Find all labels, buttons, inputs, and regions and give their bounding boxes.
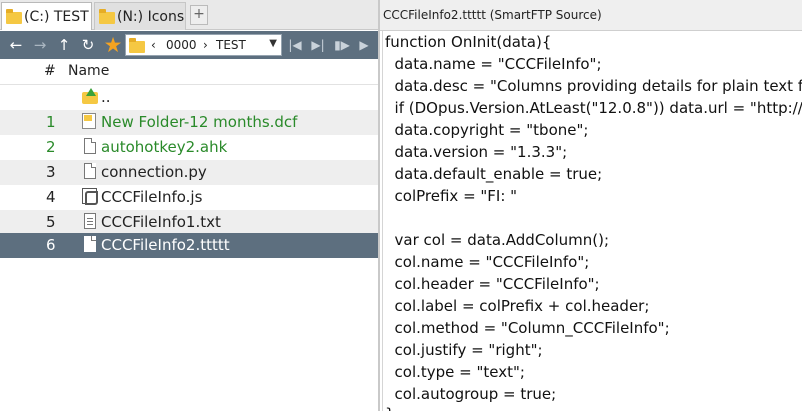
refresh-icon[interactable]: ↻ [78,34,98,56]
file-name: CCCFileInfo.js [101,188,203,206]
tab-label: (C:) TEST [24,8,89,25]
folder-icon [6,8,22,24]
row-number: 4 [46,188,56,206]
row-number: 6 [46,236,56,254]
column-header-number[interactable]: # [44,63,56,79]
code-line: } [385,405,395,411]
code-line: data.copyright = "tbone"; [385,121,589,139]
file-name: connection.py [101,163,207,181]
chevron-down-icon[interactable]: ▼ [269,38,277,49]
code-line: col.label = colPrefix + col.header; [385,297,650,315]
file-row[interactable]: 5 CCCFileInfo1.txt [0,210,378,235]
row-number: 5 [46,213,56,231]
first-item-icon[interactable]: |◀ [285,34,305,56]
document-icon [82,138,98,156]
code-line: col.name = "CCCFileInfo"; [385,253,590,271]
file-row[interactable]: 2 autohotkey2.ahk [0,135,378,160]
breadcrumb-path-field[interactable]: ‹ 0000 › TEST ▼ [125,34,282,56]
code-line: if (DOpus.Version.AtLeast("12.0.8")) dat… [385,99,802,117]
code-line: col.autogroup = true; [385,385,557,403]
up-arrow-icon[interactable]: ↑ [54,34,74,56]
play-icon[interactable]: ▶ [354,34,374,56]
code-line: col.type = "text"; [385,363,525,381]
code-line: data.name = "CCCFileInfo"; [385,55,602,73]
folder-icon [129,38,145,53]
dcf-file-icon [82,113,98,131]
code-line: col.justify = "right"; [385,341,543,359]
code-line: var col = data.AddColumn(); [385,231,610,249]
code-line: colPrefix = "FI: " [385,187,518,205]
document-icon [82,163,98,181]
forward-arrow-icon[interactable]: → [30,34,50,56]
code-line: data.version = "1.3.3"; [385,143,568,161]
new-tab-button[interactable]: + [190,5,208,25]
file-name: CCCFileInfo2.ttttt [101,236,230,254]
file-row[interactable]: 1 New Folder-12 months.dcf [0,110,378,135]
code-line: function OnInit(data){ [385,33,552,51]
breadcrumb-segment-test[interactable]: TEST [216,38,246,52]
breadcrumb-segment-0000[interactable]: 0000 [166,38,197,52]
viewer-title: CCCFileInfo2.ttttt (SmartFTP Source) [380,0,802,31]
document-icon [82,236,98,254]
back-arrow-icon[interactable]: ← [6,34,26,56]
file-row[interactable]: 4 CCCFileInfo.js [0,185,378,210]
parent-folder-icon [82,88,98,106]
file-row-selected[interactable]: 6 CCCFileInfo2.ttttt [0,233,378,258]
code-line: col.method = "Column_CCCFileInfo"; [385,319,670,337]
parent-folder-row[interactable]: .. [0,85,378,110]
step-play-icon[interactable]: ▮▶ [332,34,352,56]
viewer-pane: CCCFileInfo2.ttttt (SmartFTP Source) fun… [380,0,802,411]
row-number: 2 [46,138,56,156]
file-name: .. [101,88,111,106]
folder-icon [99,8,115,24]
tab-n-icons[interactable]: (N:) Icons [94,2,186,30]
text-file-icon [82,213,98,231]
script-file-icon [82,188,98,206]
row-number: 1 [46,113,56,131]
column-header-row: # Name [0,59,378,85]
code-line: col.header = "CCCFileInfo"; [385,275,600,293]
last-item-icon[interactable]: ▶| [308,34,328,56]
row-number: 3 [46,163,56,181]
tab-c-test[interactable]: (C:) TEST [1,2,92,30]
folder-tab-bar: (C:) TEST (N:) Icons + [0,0,378,30]
favorites-star-icon[interactable]: ★ [102,33,124,57]
breadcrumb-separator: › [203,38,208,52]
file-lister-pane: (C:) TEST (N:) Icons + ← → ↑ ↻ ★ ‹ 0000 … [0,0,378,411]
code-line: data.desc = "Columns providing details f… [385,77,802,95]
file-row[interactable]: 3 connection.py [0,160,378,185]
navigation-toolbar: ← → ↑ ↻ ★ ‹ 0000 › TEST ▼ |◀ ▶| ▮▶ ▶ [0,31,378,59]
tab-label: (N:) Icons [117,8,185,25]
breadcrumb-back-chevron[interactable]: ‹ [151,38,156,52]
file-name: CCCFileInfo1.txt [101,213,221,231]
file-name: New Folder-12 months.dcf [101,113,298,131]
file-name: autohotkey2.ahk [101,138,228,156]
column-header-name[interactable]: Name [68,63,109,79]
source-code-view[interactable]: function OnInit(data){ data.name = "CCCF… [382,31,802,411]
code-line: data.default_enable = true; [385,165,603,183]
